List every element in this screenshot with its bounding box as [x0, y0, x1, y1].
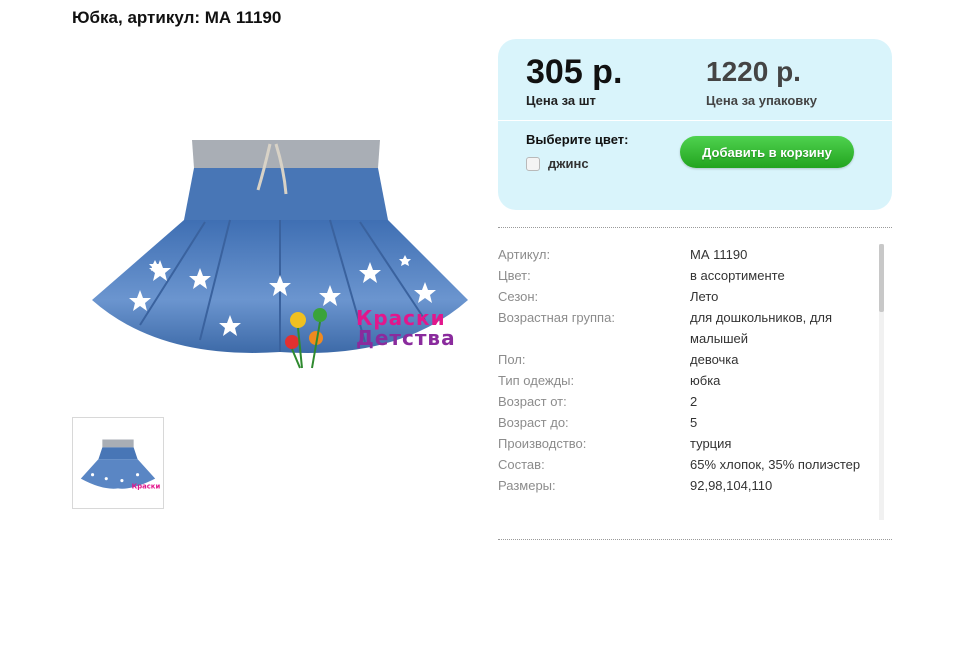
spec-row: Возраст от: 2 [498, 391, 873, 412]
spec-key: Тип одежды: [498, 373, 575, 388]
spec-key: Артикул: [498, 247, 551, 262]
spec-value: 65% хлопок, 35% полиэстер [690, 457, 861, 472]
price-panel: 305 р. Цена за шт 1220 р. Цена за упаков… [498, 39, 892, 210]
logo-line-1: Краски [356, 306, 446, 330]
spec-row: Производство: турция [498, 433, 873, 454]
spec-value: в ассортименте [690, 268, 785, 283]
spec-row: Возрастная группа: для дошкольников, для… [498, 307, 873, 349]
spec-key: Возраст до: [498, 415, 569, 430]
color-option-label: джинс [548, 156, 589, 171]
add-to-cart-button[interactable]: Добавить в корзину [680, 136, 854, 168]
pack-price-caption: Цена за упаковку [706, 93, 818, 108]
unit-price: 305 р. [526, 53, 623, 91]
spec-value: юбка [690, 373, 721, 388]
unit-price-caption: Цена за шт [526, 93, 596, 108]
spec-key: Состав: [498, 457, 545, 472]
spec-key: Сезон: [498, 289, 539, 304]
specs-table: Артикул: МА 11190 Цвет: в ассортименте С… [498, 244, 873, 522]
spec-value: МА 11190 [690, 247, 748, 262]
spec-row: Возраст до: 5 [498, 412, 873, 433]
spec-value: 5 [690, 415, 698, 430]
spec-value: Лето [690, 289, 719, 304]
specs-bottom-divider [498, 539, 892, 540]
spec-key: Возрастная группа: [498, 310, 615, 325]
spec-row: Пол: девочка [498, 349, 873, 370]
spec-value: турция [690, 436, 732, 451]
spec-value: для дошкольников, для малышей [690, 310, 833, 346]
spec-key: Цвет: [498, 268, 531, 283]
brand-logo: Краски Детства [356, 308, 456, 348]
scrollbar-thumb[interactable] [879, 244, 884, 312]
spec-row: Артикул: МА 11190 [498, 244, 873, 265]
product-image: Краски Детства [80, 110, 480, 390]
spec-row: Цвет: в ассортименте [498, 265, 873, 286]
svg-text:Краски: Краски [132, 482, 161, 490]
spec-value: девочка [690, 352, 739, 367]
spec-row: Состав: 65% хлопок, 35% полиэстер [498, 454, 873, 475]
logo-line-2: Детства [356, 326, 456, 350]
spec-key: Производство: [498, 436, 587, 451]
spec-key: Размеры: [498, 478, 556, 493]
color-select-label: Выберите цвет: [526, 132, 629, 147]
price-divider [498, 120, 892, 121]
product-thumbnail[interactable]: Краски [72, 417, 164, 509]
color-checkbox[interactable] [526, 156, 540, 171]
spec-value: 92,98,104,110 [690, 478, 773, 493]
spec-key: Возраст от: [498, 394, 567, 409]
color-option-jeans[interactable]: джинс [526, 156, 589, 171]
spec-row: Тип одежды: юбка [498, 370, 873, 391]
spec-row: Сезон: Лето [498, 286, 873, 307]
spec-value: 2 [690, 394, 698, 409]
specs-scrollbar[interactable] [879, 244, 884, 520]
spec-row: Размеры: 92,98,104,110 [498, 475, 873, 496]
thumbnail-skirt-image: Краски [80, 439, 161, 490]
specs-top-divider [498, 227, 892, 228]
pack-price: 1220 р. [706, 56, 801, 87]
page-title: Юбка, артикул: МА 11190 [72, 8, 282, 27]
spec-key: Пол: [498, 352, 526, 367]
